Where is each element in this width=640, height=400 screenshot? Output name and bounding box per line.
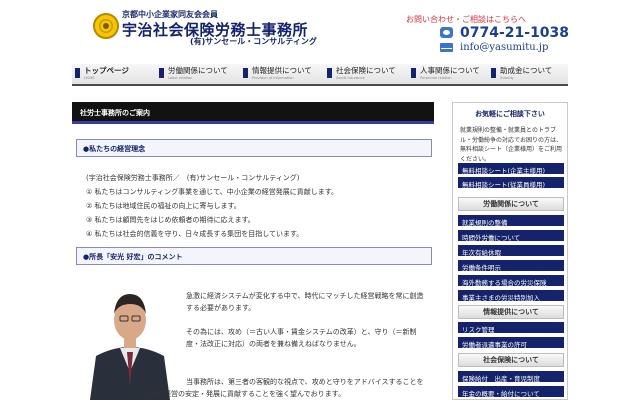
sidebar-category-title: 社会保険について xyxy=(483,356,539,364)
philosophy-item: ④ 私たちは社会的信義を守り、日々成長する集団を目指しています。 xyxy=(86,230,304,238)
sidebar-category-information: 情報提供について xyxy=(458,305,564,319)
comment-heading-text: ●所長「安光 好宏」のコメント xyxy=(83,253,183,261)
sidebar-link-label: 年次有給休暇 xyxy=(462,249,501,257)
sidebar-link[interactable]: リスク管理 xyxy=(458,322,564,334)
consult-text: 就業規則の整備・就業員とのトラブル・労働紛争の対応でお困りの方は、無料相談シート… xyxy=(460,127,563,163)
nav-label: 助成金について xyxy=(500,66,553,75)
main-nav: トップページ HOME 労働関係について Labor relation 情報提供… xyxy=(72,64,568,86)
nav-label: トップページ xyxy=(84,66,129,75)
sidebar-category-title: 労働関係について xyxy=(483,200,539,208)
comment-paragraph: その為には、攻め（＝古い人事・賃金システムの改革）と、守り（＝新制度・法改正に対… xyxy=(186,328,417,348)
sidebar-category-social-insurance: 社会保険について xyxy=(458,353,564,367)
logo-seal-icon xyxy=(93,13,119,39)
nav-item-labor[interactable]: 労働関係について Labor relation xyxy=(156,64,240,84)
sidebar-link-label: 事業主さまの労災特別加入 xyxy=(462,294,540,302)
nav-item-social-insurance[interactable]: 社会保険について Social insurance xyxy=(324,64,408,84)
nav-sublabel: Provision of information xyxy=(252,76,294,80)
nav-label: 社会保険について xyxy=(336,66,396,75)
email-link[interactable]: info@yasumitu.jp xyxy=(460,42,548,53)
phone-icon xyxy=(440,27,453,38)
sidebar-link-label: 年金の概要・給付について xyxy=(462,390,540,398)
sidebar-link[interactable]: 就業規則の整備 xyxy=(458,215,564,227)
sidebar-link-label: 時間外労働について xyxy=(462,234,521,242)
page-title: 社労士事務所のご案内 xyxy=(80,109,150,117)
sidebar-link-label: 無料相談シート(企業主様用) xyxy=(462,167,546,175)
comment-paragraph: 急激に経済システムが変化する中で、時代にマッチした経営戦略を常に創造する必要があ… xyxy=(186,292,424,312)
nav-label: 情報提供について xyxy=(252,66,312,75)
sidebar-category-title: 情報提供について xyxy=(483,308,539,316)
sidebar-link-label: 労働者派遣事業の許可 xyxy=(462,341,527,349)
sidebar-link[interactable]: 時間外労働について xyxy=(458,230,564,242)
consult-title-text: お気軽にご相談下さい xyxy=(475,110,545,118)
nav-sublabel: HOME xyxy=(84,76,95,80)
sidebar-link-label: 保険給付 出産・育児制度 xyxy=(462,375,540,383)
sidebar-category-labor: 労働関係について xyxy=(458,197,564,211)
sidebar-link[interactable]: 年次有給休暇 xyxy=(458,245,564,257)
company-name: (有)サンセール・コンサルティング xyxy=(190,37,317,46)
nav-item-personnel[interactable]: 人事関係について Personnel relation xyxy=(408,64,488,84)
sidebar-link-consult-employee[interactable]: 無料相談シート(従業員様用) xyxy=(458,177,564,189)
consult-title: お気軽にご相談下さい xyxy=(456,107,564,121)
philosophy-heading-text: ●私たちの経営理念 xyxy=(83,145,146,153)
sidebar-link[interactable]: 事業主さまの労災特別加入 xyxy=(458,290,564,302)
nav-item-home[interactable]: トップページ HOME xyxy=(72,64,156,84)
page-title-bar: 社労士事務所のご案内 xyxy=(72,102,434,124)
philosophy-item: ③ 私たちは顧問先をはじめ依頼者の期待に応えます。 xyxy=(86,216,255,224)
mail-icon xyxy=(440,43,453,52)
nav-label: 人事関係について xyxy=(420,66,480,75)
philosophy-list: (宇治社会保険労務士事務所／ (有)サンセール・コンサルティング) ① 私たちは… xyxy=(86,171,426,241)
sidebar-link[interactable]: 労働条件明示 xyxy=(458,260,564,272)
sidebar-link-label: 海外勤務する場合の労災保険 xyxy=(462,279,547,287)
nav-item-information[interactable]: 情報提供について Provision of information xyxy=(240,64,324,84)
sidebar-link[interactable]: 保険給付 出産・育児制度 xyxy=(458,371,564,383)
sidebar-link[interactable]: 年金の概要・給付について xyxy=(458,386,564,398)
philosophy-heading: ●私たちの経営理念 xyxy=(76,139,432,157)
comment-paragraph: 当事務所は、第三者の客観的な視点で、攻めと守りをアドバイスすることを xyxy=(186,378,424,386)
nav-label: 労働関係について xyxy=(168,66,228,75)
comment-paragraph: 通じ、中小企業の経営の安定・発展に貢献することを強く望んでおります。 xyxy=(108,390,345,398)
sidebar-link[interactable]: 労働者派遣事業の許可 xyxy=(458,337,564,349)
philosophy-item: ① 私たちはコンサルティング事業を通じて、中小企業の経営発展に貢献します。 xyxy=(86,188,339,196)
philosophy-intro: (宇治社会保険労務士事務所／ (有)サンセール・コンサルティング) xyxy=(86,174,300,182)
contact-label: お問い合わせ・ご相談はこちらへ xyxy=(406,15,526,24)
sidebar-link-label: 就業規則の整備 xyxy=(462,219,508,227)
comment-heading: ●所長「安光 好宏」のコメント xyxy=(76,247,432,265)
philosophy-item: ② 私たちは地域住民の福祉の向上に寄与します。 xyxy=(86,202,241,210)
director-comment: 急激に経済システムが変化する中で、時代にマッチした経営戦略を常に創造する必要があ… xyxy=(186,290,430,350)
nav-sublabel: Labor relation xyxy=(168,76,193,80)
nav-sublabel: Social insurance xyxy=(336,76,365,80)
sidebar-link-label: リスク管理 xyxy=(462,326,495,334)
nav-sublabel: Personnel relation xyxy=(420,76,452,80)
sidebar-link-consult-employer[interactable]: 無料相談シート(企業主様用) xyxy=(458,163,564,175)
nav-item-subsidy[interactable]: 助成金について Subsidy xyxy=(488,64,568,84)
site-header: 京都中小企業家同友会会員 宇治社会保険労務士事務所 (有)サンセール・コンサルテ… xyxy=(0,0,640,62)
sidebar-link[interactable]: 海外勤務する場合の労災保険 xyxy=(458,275,564,287)
sidebar-link-label: 無料相談シート(従業員様用) xyxy=(462,181,546,189)
comment-paragraph-final: 当事務所は、第三者の客観的な視点で、攻めと守りをアドバイスすることを 通じ、中小… xyxy=(108,376,438,400)
phone-number[interactable]: 0774-21-1038 xyxy=(460,25,569,41)
sidebar-link-label: 労働条件明示 xyxy=(462,264,501,272)
nav-sublabel: Subsidy xyxy=(500,76,514,80)
